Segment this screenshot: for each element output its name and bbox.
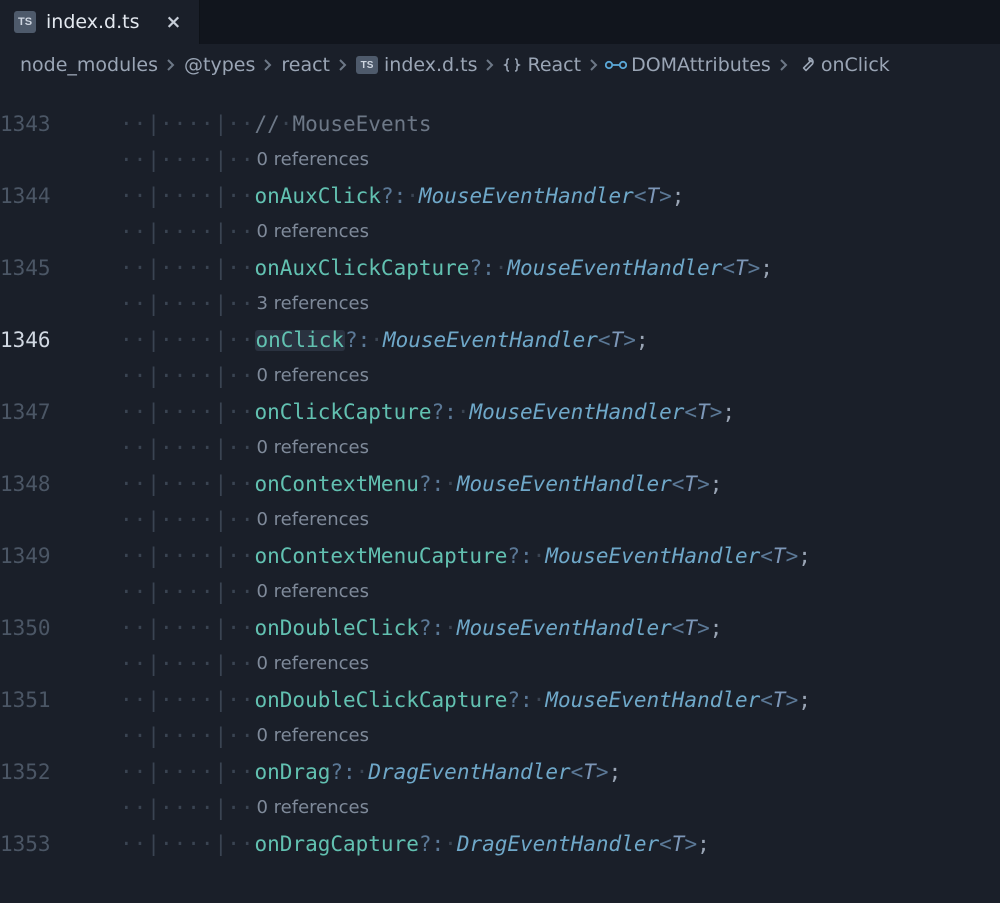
editor-tabbar: TS index.d.ts × [0, 0, 1000, 44]
breadcrumb-item-node-modules[interactable]: node_modules [20, 54, 158, 76]
code-line[interactable]: ··|····|··onContextMenuCapture?: ·MouseE… [120, 538, 1000, 574]
line-number [0, 646, 120, 682]
breadcrumb-label: @types [184, 54, 255, 76]
interface-icon [607, 56, 625, 74]
chevron-right-icon [338, 54, 348, 76]
close-icon[interactable]: × [165, 14, 181, 30]
codelens-references[interactable]: ··|····|··3 references [120, 286, 1000, 322]
chevron-right-icon [263, 54, 273, 76]
code-line [120, 88, 1000, 106]
line-number [0, 790, 120, 826]
code-line[interactable]: ··|····|··onDragCapture?: ·DragEventHand… [120, 826, 1000, 862]
breadcrumb-label: React [527, 54, 581, 76]
line-number: 1352 [0, 754, 120, 790]
line-number: 1351 [0, 682, 120, 718]
breadcrumb-label: onClick [821, 54, 890, 76]
chevron-right-icon [589, 54, 599, 76]
line-number [0, 142, 120, 178]
breadcrumb-item-property[interactable]: onClick [797, 54, 890, 76]
chevron-right-icon [166, 54, 176, 76]
breadcrumb-item-namespace[interactable]: React [503, 54, 581, 76]
code-editor[interactable]: 1343··|····|··//·MouseEvents··|····|··0 … [0, 88, 1000, 862]
chevron-right-icon [779, 54, 789, 76]
codelens-references[interactable]: ··|····|··0 references [120, 718, 1000, 754]
breadcrumb-item-file[interactable]: TS index.d.ts [356, 54, 477, 76]
code-line[interactable]: ··|····|··//·MouseEvents [120, 106, 1000, 142]
breadcrumb-label: DOMAttributes [631, 54, 771, 76]
codelens-references[interactable]: ··|····|··0 references [120, 646, 1000, 682]
code-line[interactable]: ··|····|··onClickCapture?: ·MouseEventHa… [120, 394, 1000, 430]
line-number: 1347 [0, 394, 120, 430]
code-line[interactable]: ··|····|··onDoubleClick?: ·MouseEventHan… [120, 610, 1000, 646]
tab-filename: index.d.ts [46, 11, 139, 33]
line-number [0, 286, 120, 322]
breadcrumb-item-react[interactable]: react [281, 54, 330, 76]
line-number [0, 574, 120, 610]
code-line[interactable]: ··|····|··onAuxClickCapture?: ·MouseEven… [120, 250, 1000, 286]
line-number [0, 502, 120, 538]
line-number: 1349 [0, 538, 120, 574]
breadcrumb-label: react [281, 54, 330, 76]
breadcrumb-label: index.d.ts [384, 54, 477, 76]
code-line[interactable]: ··|····|··onAuxClick?: ·MouseEventHandle… [120, 178, 1000, 214]
code-line[interactable]: ··|····|··onDoubleClickCapture?: ·MouseE… [120, 682, 1000, 718]
line-number [0, 718, 120, 754]
breadcrumb-item-types[interactable]: @types [184, 54, 255, 76]
breadcrumb-label: node_modules [20, 54, 158, 76]
breadcrumb: node_modules @types react TS index.d.ts … [0, 44, 1000, 88]
line-number: 1345 [0, 250, 120, 286]
line-number [0, 430, 120, 466]
chevron-right-icon [485, 54, 495, 76]
ts-file-icon: TS [356, 56, 378, 74]
ts-file-icon: TS [14, 11, 36, 33]
braces-icon [503, 56, 521, 74]
line-number [0, 88, 120, 106]
wrench-icon [797, 56, 815, 74]
line-number: 1344 [0, 178, 120, 214]
line-number [0, 358, 120, 394]
line-number: 1353 [0, 826, 120, 862]
code-line[interactable]: ··|····|··onClick?: ·MouseEventHandler<T… [120, 322, 1000, 358]
line-number: 1343 [0, 106, 120, 142]
line-number: 1348 [0, 466, 120, 502]
line-number [0, 214, 120, 250]
codelens-references[interactable]: ··|····|··0 references [120, 142, 1000, 178]
line-number: 1346 [0, 322, 120, 358]
breadcrumb-item-interface[interactable]: DOMAttributes [607, 54, 771, 76]
editor-tab-active[interactable]: TS index.d.ts × [0, 0, 200, 44]
code-line[interactable]: ··|····|··onDrag?: ·DragEventHandler<T>; [120, 754, 1000, 790]
codelens-references[interactable]: ··|····|··0 references [120, 502, 1000, 538]
codelens-references[interactable]: ··|····|··0 references [120, 574, 1000, 610]
code-line[interactable]: ··|····|··onContextMenu?: ·MouseEventHan… [120, 466, 1000, 502]
codelens-references[interactable]: ··|····|··0 references [120, 214, 1000, 250]
line-number: 1350 [0, 610, 120, 646]
codelens-references[interactable]: ··|····|··0 references [120, 430, 1000, 466]
codelens-references[interactable]: ··|····|··0 references [120, 790, 1000, 826]
codelens-references[interactable]: ··|····|··0 references [120, 358, 1000, 394]
